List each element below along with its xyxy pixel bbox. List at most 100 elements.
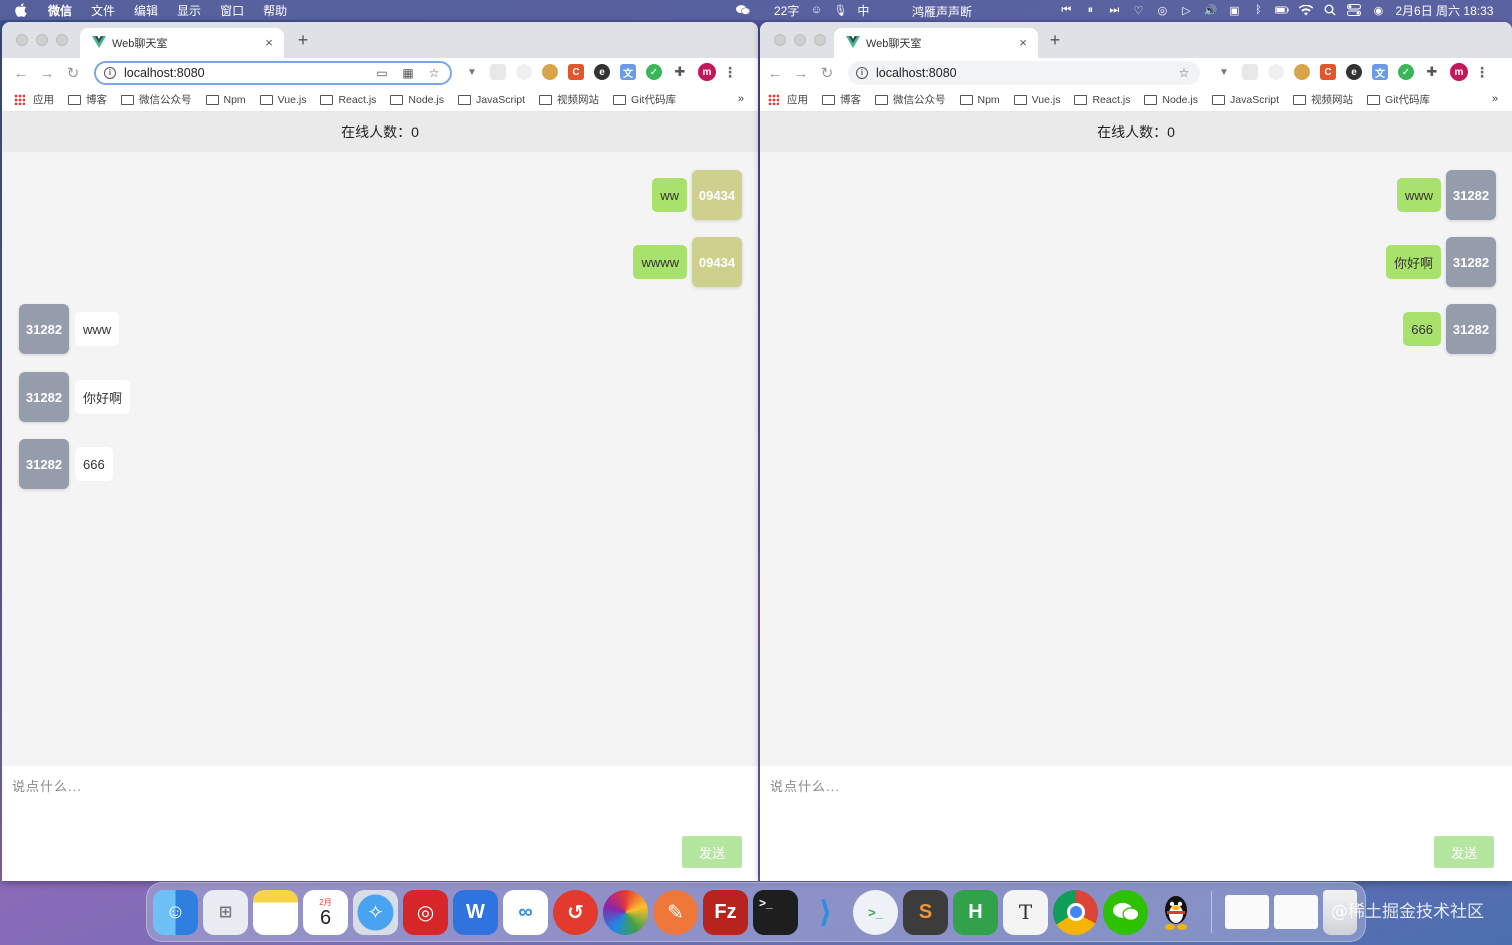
safari-icon[interactable]: ✧: [353, 889, 398, 935]
lite-app-icon[interactable]: ↺: [553, 889, 598, 935]
menubar-datetime[interactable]: 2月6日 周六 18:33: [1395, 2, 1493, 19]
baidu-netdisk-icon[interactable]: ∞: [503, 889, 548, 935]
menu-view[interactable]: 显示: [177, 2, 201, 19]
profile-avatar[interactable]: m: [1450, 63, 1468, 81]
vue-devtools-icon[interactable]: ▼: [464, 64, 480, 80]
minimize-window-button[interactable]: [36, 34, 48, 46]
send-button[interactable]: 发送: [682, 836, 742, 868]
translate-icon[interactable]: 文: [1372, 64, 1388, 80]
calendar-icon[interactable]: 2月 6: [303, 889, 348, 935]
netease-status-icon[interactable]: ◎: [1155, 4, 1169, 17]
minimize-window-button[interactable]: [794, 34, 806, 46]
more-menu-icon[interactable]: ⋮: [1475, 64, 1489, 80]
chrome-icon[interactable]: [1053, 889, 1098, 935]
back-arrow-icon[interactable]: ←: [762, 61, 788, 85]
bookmark-folder[interactable]: Vue.js: [1013, 94, 1060, 106]
forward-arrow-icon[interactable]: →: [788, 61, 814, 85]
qq-icon[interactable]: [1153, 890, 1198, 935]
emoji-icon[interactable]: ☺: [809, 4, 823, 16]
extension-e-icon[interactable]: e: [1346, 64, 1362, 80]
bookmark-star-icon[interactable]: ☆: [1176, 65, 1192, 81]
bookmark-folder[interactable]: 博客: [68, 92, 107, 107]
wps-icon[interactable]: W: [453, 889, 498, 935]
menu-window[interactable]: 窗口: [220, 2, 244, 19]
bookmark-folder[interactable]: Npm: [959, 94, 1000, 106]
extension-blank-icon[interactable]: [490, 64, 506, 80]
menu-help[interactable]: 帮助: [263, 2, 287, 19]
bookmark-folder[interactable]: 视频网站: [539, 92, 599, 107]
colorful-app-icon[interactable]: [603, 889, 648, 935]
translate-icon[interactable]: 文: [620, 64, 636, 80]
close-tab-icon[interactable]: ×: [1016, 36, 1030, 50]
bookmark-star-icon[interactable]: ☆: [426, 65, 442, 81]
extension-e-icon[interactable]: e: [594, 64, 610, 80]
zoom-window-button[interactable]: [56, 34, 68, 46]
bookmark-folder[interactable]: React.js: [1074, 94, 1130, 106]
extension-blank-icon[interactable]: [1242, 64, 1258, 80]
apple-menu-icon[interactable]: [14, 3, 28, 17]
terminal-icon[interactable]: >_: [753, 889, 798, 935]
previous-track-icon[interactable]: ⏮: [1059, 4, 1073, 16]
extension-check-icon[interactable]: ✓: [1398, 64, 1414, 80]
bookmark-apps[interactable]: 应用: [768, 92, 808, 107]
extension-c-icon[interactable]: C: [568, 64, 584, 80]
wechat-icon[interactable]: [1103, 889, 1148, 935]
cast-icon[interactable]: ▭: [374, 65, 390, 81]
launchpad-icon[interactable]: ⊞: [203, 889, 248, 935]
bookmark-folder[interactable]: Git代码库: [613, 92, 676, 107]
window-thumb-icon[interactable]: [1274, 895, 1318, 929]
ime-indicator[interactable]: 中: [857, 2, 869, 19]
heart-icon[interactable]: ♡: [1131, 4, 1145, 17]
paw-icon[interactable]: ✎: [653, 889, 698, 935]
address-url[interactable]: localhost:8080: [124, 66, 364, 80]
iterm-chat-icon[interactable]: >_: [853, 889, 898, 935]
extension-c-icon[interactable]: C: [1320, 64, 1336, 80]
message-input[interactable]: [2, 766, 758, 826]
forward-arrow-icon[interactable]: →: [34, 61, 60, 85]
bookmarks-overflow-icon[interactable]: »: [738, 93, 744, 105]
reload-icon[interactable]: ↻: [60, 61, 86, 85]
message-input[interactable]: [760, 766, 1512, 826]
cookie-icon[interactable]: [1294, 64, 1310, 80]
extension-ghost-icon[interactable]: [516, 64, 532, 80]
hbuilder-icon[interactable]: H: [953, 889, 998, 935]
bookmark-folder[interactable]: Vue.js: [259, 94, 306, 106]
address-url[interactable]: localhost:8080: [876, 66, 1166, 80]
microphone-icon[interactable]: 🎙: [833, 4, 847, 17]
bookmark-folder[interactable]: JavaScript: [458, 94, 525, 106]
bluetooth-icon[interactable]: ᛒ: [1251, 4, 1265, 16]
tab-web-chat[interactable]: Web聊天室 ×: [834, 28, 1038, 58]
tab-web-chat[interactable]: Web聊天室 ×: [80, 28, 284, 58]
bookmark-apps[interactable]: 应用: [14, 92, 54, 107]
bookmark-folder[interactable]: 博客: [822, 92, 861, 107]
zoom-window-button[interactable]: [814, 34, 826, 46]
close-window-button[interactable]: [16, 34, 28, 46]
volume-icon[interactable]: 🔊: [1203, 4, 1218, 17]
window-thumb-icon[interactable]: [1225, 895, 1269, 929]
qr-code-icon[interactable]: ▦: [400, 65, 416, 81]
reload-icon[interactable]: ↻: [814, 61, 840, 85]
bookmark-folder[interactable]: Git代码库: [1367, 92, 1430, 107]
netease-music-icon[interactable]: ◎: [403, 889, 448, 935]
next-track-icon[interactable]: ⏭: [1107, 4, 1121, 16]
siri-icon[interactable]: ◉: [1371, 4, 1385, 17]
clipboard-app-icon[interactable]: ▣: [1227, 4, 1241, 17]
new-tab-button[interactable]: +: [294, 31, 312, 49]
new-tab-button[interactable]: +: [1046, 31, 1064, 49]
send-button[interactable]: 发送: [1434, 836, 1494, 868]
filezilla-icon[interactable]: Fz: [703, 889, 748, 935]
typora-icon[interactable]: T: [1003, 889, 1048, 935]
vue-devtools-icon[interactable]: ▼: [1216, 64, 1232, 80]
wifi-icon[interactable]: [1299, 4, 1314, 16]
extension-ghost-icon[interactable]: [1268, 64, 1284, 80]
puzzle-extensions-icon[interactable]: ✚: [672, 64, 688, 80]
wechat-status-icon[interactable]: [736, 4, 750, 16]
extension-check-icon[interactable]: ✓: [646, 64, 662, 80]
bookmark-folder[interactable]: Node.js: [1144, 94, 1198, 106]
back-arrow-icon[interactable]: ←: [8, 61, 34, 85]
menu-edit[interactable]: 编辑: [134, 2, 158, 19]
address-bar[interactable]: i localhost:8080 ☆: [848, 61, 1200, 85]
site-info-icon[interactable]: i: [104, 67, 116, 79]
spotlight-search-icon[interactable]: [1323, 4, 1337, 16]
pause-icon[interactable]: ⏸: [1083, 4, 1097, 16]
